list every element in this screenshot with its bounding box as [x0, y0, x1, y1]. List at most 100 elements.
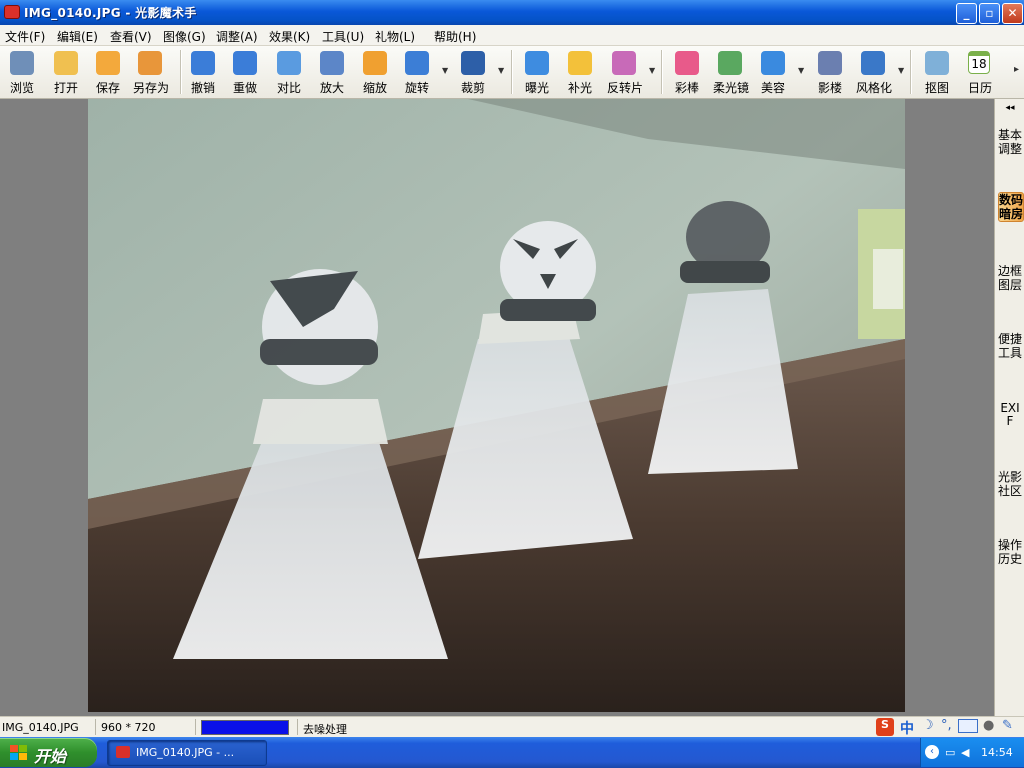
beauty-dropdown[interactable]: ▼ [798, 66, 804, 75]
reversal-film-dropdown[interactable]: ▼ [649, 66, 655, 75]
cutout-icon [925, 51, 949, 75]
menu-tools[interactable]: 工具(U) [322, 28, 364, 45]
close-button[interactable]: ✕ [1002, 3, 1023, 24]
eye-icon [10, 51, 34, 75]
soft-focus-icon [718, 51, 742, 75]
compare-icon [277, 51, 301, 75]
zoom-in-icon [320, 51, 344, 75]
status-separator [195, 719, 196, 735]
resize-icon [363, 51, 387, 75]
menu-file[interactable]: 文件(F) [5, 28, 45, 45]
rotate-icon [405, 51, 429, 75]
beauty-icon [761, 51, 785, 75]
redo-button[interactable]: 重做 [223, 48, 267, 96]
rotate-dropdown[interactable]: ▼ [442, 66, 448, 75]
folder-open-icon [54, 51, 78, 75]
punctuation-icon[interactable]: °, [941, 718, 952, 733]
app-icon[interactable] [4, 5, 20, 19]
menu-edit[interactable]: 编辑(E) [57, 28, 98, 45]
ime-chinese-icon[interactable]: 中 [900, 718, 914, 738]
tab-frame-layer[interactable]: 边框图层 [998, 264, 1022, 292]
stylize-dropdown[interactable]: ▼ [898, 66, 904, 75]
reversal-film-button[interactable]: 反转片 [602, 48, 648, 96]
start-button[interactable]: 开始 [0, 738, 97, 767]
crop-button[interactable]: 裁剪 [451, 48, 495, 96]
status-message: 去噪处理 [303, 723, 347, 736]
clock[interactable]: 14:54 [981, 746, 1013, 759]
network-icon[interactable]: ▭ [945, 746, 955, 759]
color-wand-button[interactable]: 彩棒 [665, 48, 709, 96]
stylize-button[interactable]: 风格化 [851, 48, 897, 96]
moon-icon[interactable]: ☽ [922, 718, 934, 733]
collapse-panel-icon[interactable]: ◂◂ [998, 101, 1022, 115]
taskbar-item-photo-app[interactable]: IMG_0140.JPG - ... [107, 740, 267, 766]
taskbar: 开始 IMG_0140.JPG - ... ‹ ▭ ◀ 14:54 [0, 737, 1024, 768]
zoom-in-button[interactable]: 放大 [310, 48, 354, 96]
menu-bar: 文件(F) 编辑(E) 查看(V) 图像(G) 调整(A) 效果(K) 工具(U… [0, 25, 1024, 46]
redo-icon [233, 51, 257, 75]
menu-adjust[interactable]: 调整(A) [216, 28, 258, 45]
windows-logo-icon [10, 745, 28, 761]
color-wand-icon [675, 51, 699, 75]
tab-history[interactable]: 操作历史 [998, 538, 1022, 566]
compare-button[interactable]: 对比 [267, 48, 311, 96]
photo-image[interactable] [88, 99, 905, 712]
user-icon[interactable]: ● [983, 718, 994, 733]
menu-gifts[interactable]: 礼物(L) [375, 28, 415, 45]
studio-button[interactable]: 影楼 [808, 48, 852, 96]
show-hidden-icons-chevron-icon[interactable]: ‹ [925, 745, 939, 759]
tab-basic-adjust[interactable]: 基本调整 [998, 128, 1022, 156]
maximize-button[interactable]: ▫ [979, 3, 1000, 24]
tab-digital-darkroom[interactable]: 数码暗房 [998, 192, 1024, 222]
crop-icon [461, 51, 485, 75]
calendar-icon: 18 [968, 51, 990, 74]
wrench-icon[interactable]: ✎ [1002, 718, 1013, 733]
toolbar-more-chevron-icon[interactable]: ▸ [1014, 64, 1019, 75]
menu-view[interactable]: 查看(V) [110, 28, 152, 45]
progress-bar [201, 720, 289, 735]
undo-button[interactable]: 撤销 [181, 48, 225, 96]
toolbar-separator [661, 50, 663, 94]
menu-image[interactable]: 图像(G) [163, 28, 206, 45]
menu-help[interactable]: 帮助(H) [434, 28, 476, 45]
save-as-icon [138, 51, 162, 75]
taskbar-item-label: IMG_0140.JPG - ... [136, 746, 235, 759]
toolbar-separator [910, 50, 912, 94]
open-button[interactable]: 打开 [44, 48, 88, 96]
start-label: 开始 [34, 747, 67, 766]
studio-icon [818, 51, 842, 75]
crop-dropdown[interactable]: ▼ [498, 66, 504, 75]
resize-button[interactable]: 缩放 [353, 48, 397, 96]
undo-icon [191, 51, 215, 75]
cutout-button[interactable]: 抠图 [915, 48, 959, 96]
toolbar-separator [511, 50, 513, 94]
rotate-button[interactable]: 旋转 [395, 48, 439, 96]
photo-image-render [88, 99, 905, 712]
browse-button[interactable]: 浏览 [0, 48, 44, 96]
tab-exif[interactable]: EXIF [998, 402, 1022, 428]
save-as-button[interactable]: 另存为 [128, 48, 174, 96]
title-bar[interactable]: IMG_0140.JPG - 光影魔术手 _ ▫ ✕ [0, 0, 1024, 25]
save-icon [96, 51, 120, 75]
status-separator [297, 719, 298, 735]
soft-focus-button[interactable]: 柔光镜 [708, 48, 754, 96]
reversal-film-icon [612, 51, 636, 75]
status-bar: IMG_0140.JPG 960 * 720 去噪处理 S 中 ☽ °, ● ✎ [0, 716, 1024, 738]
fill-light-button[interactable]: 补光 [558, 48, 602, 96]
keyboard-icon[interactable] [958, 719, 978, 733]
tab-community[interactable]: 光影社区 [998, 470, 1022, 498]
stylize-icon [861, 51, 885, 75]
status-separator [95, 719, 96, 735]
minimize-button[interactable]: _ [956, 3, 977, 24]
menu-effects[interactable]: 效果(K) [269, 28, 310, 45]
fill-light-icon [568, 51, 592, 75]
status-dimensions: 960 * 720 [101, 721, 156, 734]
right-panel: ◂◂ 基本调整 数码暗房 边框图层 便捷工具 EXIF 光影社区 操作历史 [994, 99, 1024, 716]
exposure-button[interactable]: 曝光 [515, 48, 559, 96]
tab-quick-tools[interactable]: 便捷工具 [998, 332, 1022, 360]
calendar-button[interactable]: 18 日历 [958, 48, 1002, 96]
sogou-ime-icon[interactable]: S [876, 718, 894, 736]
volume-icon[interactable]: ◀ [961, 746, 969, 759]
save-button[interactable]: 保存 [86, 48, 130, 96]
beauty-button[interactable]: 美容 [751, 48, 795, 96]
